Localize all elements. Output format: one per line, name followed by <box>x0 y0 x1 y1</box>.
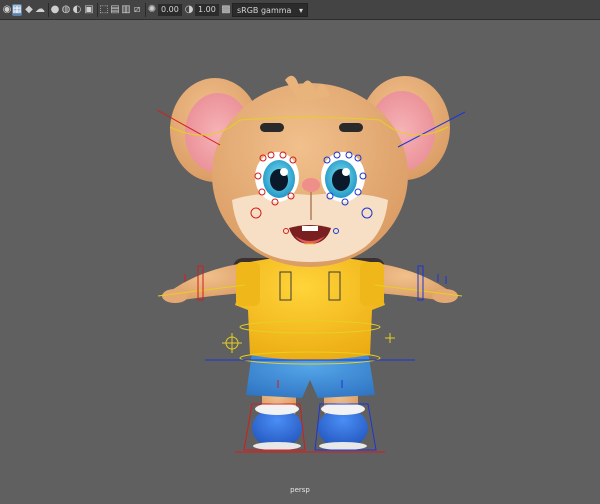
color-management-icon[interactable]: ▩ <box>221 4 231 16</box>
isolate-icon[interactable]: ◐ <box>72 4 82 16</box>
exposure-field[interactable]: 0.00 <box>158 4 182 16</box>
3d-viewport[interactable]: persp <box>0 20 600 500</box>
camera-icon[interactable]: ◉ <box>2 4 12 16</box>
color-space-value: sRGB gamma <box>237 6 292 15</box>
cube-icon[interactable]: ◆ <box>24 4 34 16</box>
right-shoe <box>318 403 368 450</box>
color-space-dropdown[interactable]: sRGB gamma ▾ <box>232 3 308 17</box>
safe-frame-icon[interactable]: ⧄ <box>132 4 142 16</box>
film-gate-icon[interactable]: ▥ <box>121 4 131 16</box>
resolution-gate-icon[interactable]: ▤ <box>110 4 120 16</box>
nose <box>302 178 320 192</box>
gamma-field[interactable]: 1.00 <box>195 4 219 16</box>
texture-icon[interactable]: ◍ <box>61 4 71 16</box>
grid-icon[interactable]: ▦ <box>12 4 22 16</box>
toolbar-separator <box>97 3 98 17</box>
left-eyebrow <box>260 123 284 132</box>
chevron-down-icon: ▾ <box>298 6 303 15</box>
exposure-icon[interactable]: ✺ <box>147 4 157 16</box>
wireframe-icon[interactable]: ⬚ <box>99 4 109 16</box>
camera-label: persp <box>290 486 310 494</box>
gamma-icon[interactable]: ◑ <box>184 4 194 16</box>
character-scene <box>156 75 466 453</box>
light-icon[interactable]: ☁ <box>35 4 45 16</box>
toolbar-separator <box>145 3 146 17</box>
xray-icon[interactable]: ▣ <box>84 4 94 16</box>
shirt <box>235 256 385 360</box>
viewport-toolbar: ◉ ▦ ◆ ☁ ● ◍ ◐ ▣ ⬚ ▤ ▥ ⧄ ✺ 0.00 ◑ 1.00 ▩ … <box>0 0 600 20</box>
toolbar-separator <box>48 3 49 17</box>
left-shoe <box>252 403 302 450</box>
shade-icon[interactable]: ● <box>50 4 60 16</box>
right-eyebrow <box>339 123 363 132</box>
